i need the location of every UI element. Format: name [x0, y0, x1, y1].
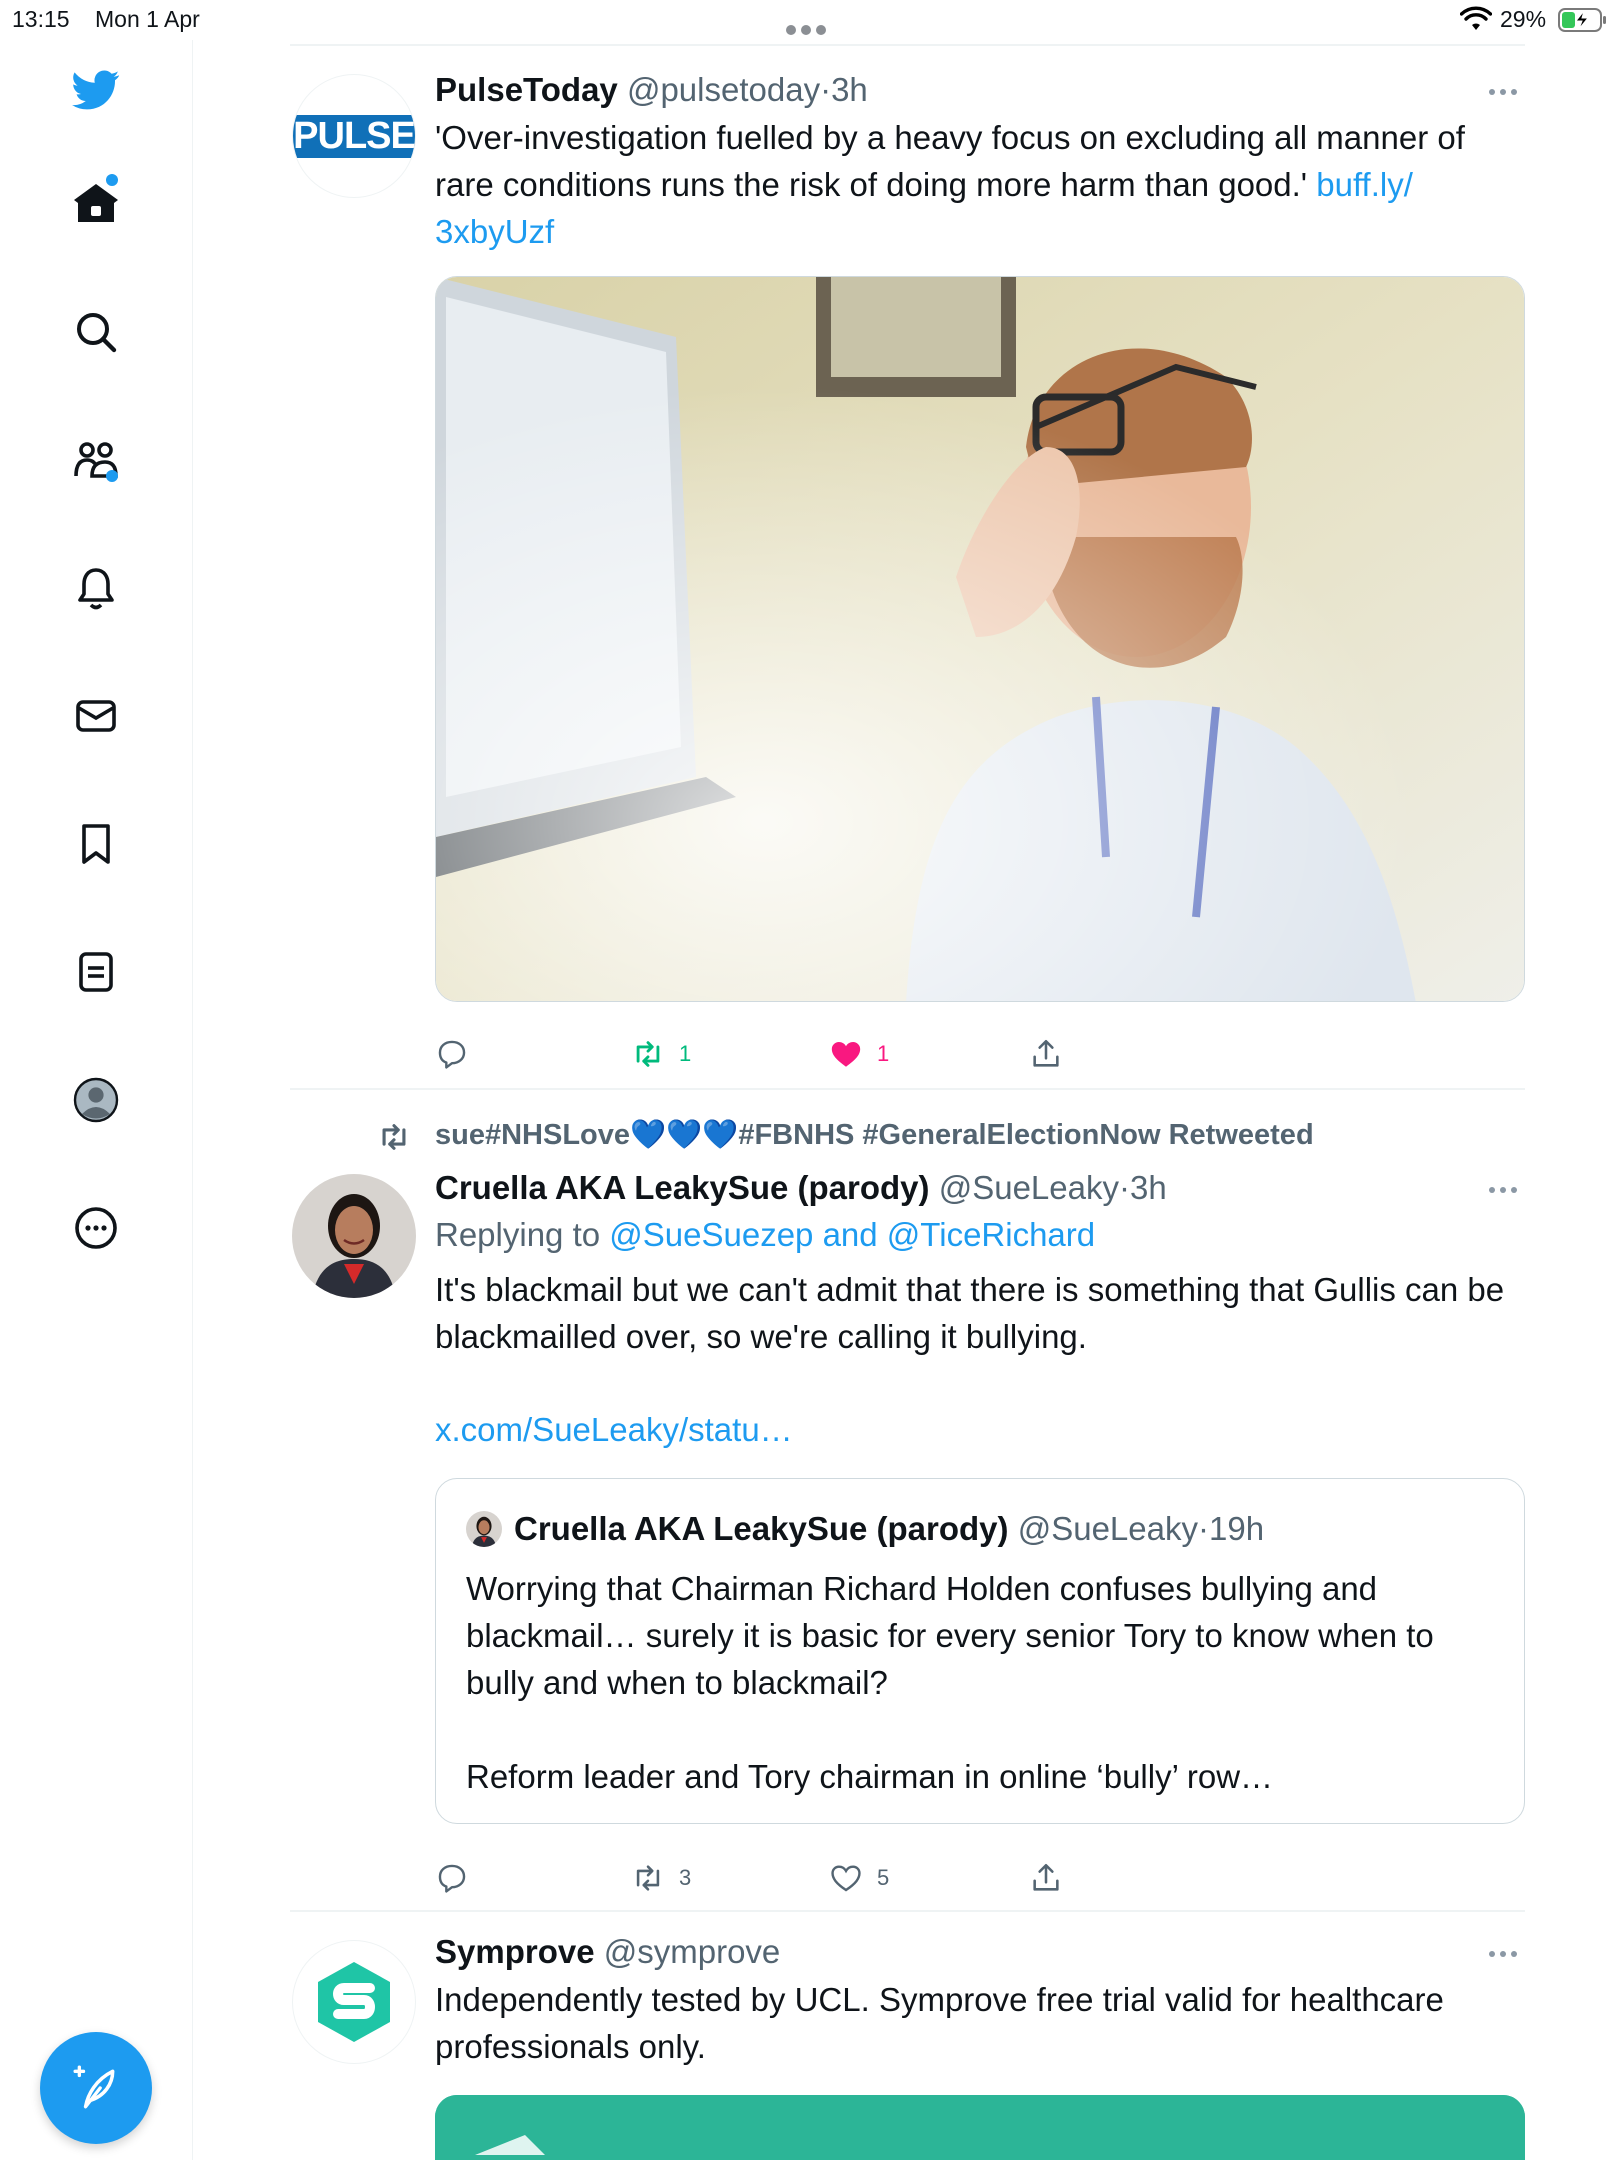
tweet-actions: 3 5 — [435, 1856, 1525, 1900]
separator-dot: · — [1197, 1510, 1209, 1547]
share-icon — [1033, 1863, 1059, 1891]
share-icon — [1033, 1039, 1059, 1067]
retweet-button[interactable]: 1 — [631, 1032, 691, 1076]
separator-dot: · — [1118, 1169, 1130, 1206]
tweet-text: Independently tested by UCL. Symprove fr… — [435, 1981, 1444, 2065]
home-icon[interactable] — [70, 178, 122, 230]
timeline-feed: PULSE PulseToday @pulsetoday·3h 'Over-in… — [290, 0, 1525, 2160]
author-handle[interactable]: @SueLeaky — [939, 1169, 1119, 1206]
tweet-image[interactable] — [435, 276, 1525, 1002]
pulse-logo: PULSE — [293, 114, 415, 158]
messages-envelope-icon[interactable] — [70, 690, 122, 742]
quoted-tweet[interactable]: Cruella AKA LeakySue (parody) @SueLeaky·… — [435, 1478, 1525, 1824]
pulsetoday-avatar[interactable]: PULSE — [292, 74, 416, 198]
tweet-header: Cruella AKA LeakySue (parody) @SueLeaky·… — [435, 1166, 1525, 1210]
more-options-icon[interactable] — [1489, 82, 1525, 95]
like-button[interactable]: 1 — [829, 1032, 889, 1076]
divider — [290, 44, 1525, 46]
symprove-avatar[interactable] — [292, 1940, 416, 2064]
tweet-time[interactable]: 3h — [831, 71, 868, 108]
quoted-author-handle: @SueLeaky — [1017, 1510, 1198, 1547]
battery-charging-icon — [1558, 8, 1606, 32]
reply-button[interactable] — [435, 1856, 469, 1900]
retweeted-indicator-icon — [382, 1124, 406, 1150]
quoted-tweet-header: Cruella AKA LeakySue (parody) @SueLeaky·… — [514, 1507, 1264, 1551]
tweet-link-part2[interactable]: 3xbyUzf — [435, 213, 554, 250]
quoted-tweet-text-2: Reform leader and Tory chairman in onlin… — [466, 1758, 1274, 1795]
explore-search-icon[interactable] — [70, 306, 122, 358]
heart-outline-icon — [831, 1865, 861, 1892]
communities-notification-dot — [106, 470, 118, 482]
quoted-tweet-text: Worrying that Chairman Richard Holden co… — [466, 1570, 1434, 1701]
like-button[interactable]: 5 — [829, 1856, 889, 1900]
promo-banner — [435, 2095, 1525, 2160]
sueleaky-avatar-photo — [292, 1174, 416, 1298]
tweet-text: 'Over-investigation fuelled by a heavy f… — [435, 114, 1525, 255]
notifications-bell-icon[interactable] — [70, 562, 122, 614]
heart-filled-icon — [831, 1041, 861, 1067]
retweet-count: 1 — [679, 1041, 692, 1066]
author-handle[interactable]: @pulsetoday — [627, 71, 820, 108]
retweeted-by-label[interactable]: sue#NHSLove💙💙💙#FBNHS #GeneralElectionNow… — [435, 1118, 1314, 1152]
quoted-author-name: Cruella AKA LeakySue (parody) — [514, 1510, 1009, 1547]
author-name[interactable]: Symprove — [435, 1933, 595, 1970]
reply-icon — [438, 1040, 466, 1069]
tweet-pulsetoday[interactable]: PULSE PulseToday @pulsetoday·3h 'Over-in… — [290, 60, 1525, 1090]
more-circle-icon[interactable] — [70, 1202, 122, 1254]
tweet-text: It's blackmail but we can't admit that t… — [435, 1271, 1505, 1355]
tweet-actions: 1 1 — [435, 1032, 1525, 1076]
divider — [290, 1088, 1525, 1090]
replying-to: Replying to @SueSuezep and @TiceRichard — [435, 1210, 1525, 1260]
twitter-logo-icon[interactable] — [70, 64, 122, 116]
tweet-text-content: 'Over-investigation fuelled by a heavy f… — [435, 119, 1465, 203]
more-options-icon[interactable] — [1489, 1944, 1525, 1957]
retweet-icon — [636, 1041, 660, 1067]
sidebar — [0, 40, 193, 2160]
tweet-header: Symprove @symprove — [435, 1930, 1525, 1974]
author-handle[interactable]: @symprove — [604, 1933, 781, 1970]
reply-icon — [438, 1864, 466, 1893]
retweet-button[interactable]: 3 — [631, 1856, 691, 1900]
retweet-icon — [636, 1865, 660, 1891]
symprove-promo-image[interactable] — [435, 2095, 1525, 2160]
replying-to-prefix: Replying to — [435, 1216, 610, 1253]
quoted-author-avatar — [466, 1511, 502, 1547]
bookmarks-icon[interactable] — [70, 818, 122, 870]
compose-feather-icon — [73, 2065, 115, 2109]
home-notification-dot — [106, 174, 118, 186]
replying-to-users[interactable]: @SueSuezep and @TiceRichard — [609, 1216, 1095, 1253]
quoted-tweet-time: 19h — [1208, 1510, 1265, 1547]
reply-button[interactable] — [435, 1032, 469, 1076]
more-options-icon[interactable] — [1489, 1180, 1525, 1193]
author-name[interactable]: PulseToday — [435, 71, 618, 108]
tweet-link[interactable]: x.com/SueLeaky/statu… — [435, 1406, 1525, 1453]
symprove-logo-icon — [318, 1962, 390, 2042]
status-time: 13:15 — [12, 6, 70, 32]
sueleaky-avatar[interactable] — [292, 1174, 416, 1298]
divider — [290, 1910, 1525, 1912]
lists-icon[interactable] — [70, 946, 122, 998]
share-button[interactable] — [1029, 1032, 1063, 1076]
tweet-sueleaky[interactable]: sue#NHSLove💙💙💙#FBNHS #GeneralElectionNow… — [290, 1110, 1525, 1900]
tweet-link-part1[interactable]: buff.ly/ — [1316, 166, 1413, 203]
like-count: 5 — [877, 1865, 890, 1890]
tweet-symprove[interactable]: Symprove @symprove Independently tested … — [290, 1930, 1525, 2160]
tweet-time[interactable]: 3h — [1130, 1169, 1167, 1206]
like-count: 1 — [877, 1041, 890, 1066]
status-date: Mon 1 Apr — [95, 6, 200, 32]
doctor-photo — [436, 277, 1524, 1001]
tweet-header: PulseToday @pulsetoday·3h — [435, 68, 1525, 112]
separator-dot: · — [820, 71, 832, 108]
compose-tweet-button[interactable] — [40, 2032, 152, 2144]
author-name[interactable]: Cruella AKA LeakySue (parody) — [435, 1169, 930, 1206]
share-button[interactable] — [1029, 1856, 1063, 1900]
profile-avatar-icon[interactable] — [70, 1074, 122, 1126]
retweet-count: 3 — [679, 1865, 692, 1890]
